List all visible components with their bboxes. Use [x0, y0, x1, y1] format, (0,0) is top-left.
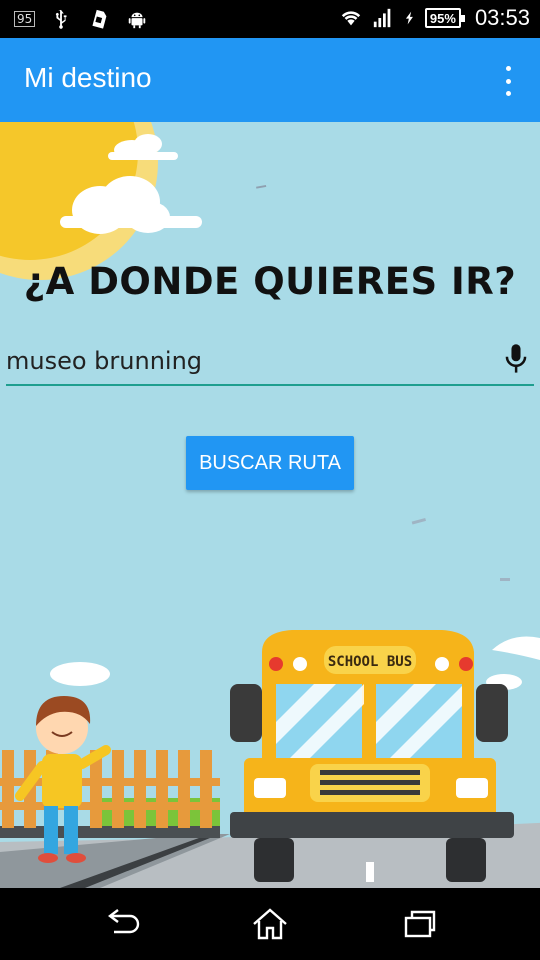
android-icon: [129, 12, 146, 29]
back-icon[interactable]: [100, 904, 144, 944]
battery-icon: 95%: [424, 8, 465, 28]
page-headline: ¿A DONDE QUIERES IR?: [23, 260, 517, 303]
main-content: SCHOOL BUS ¿A DONDE QUIERES IR? BUSCAR R…: [0, 122, 540, 888]
signal-icon: [373, 8, 391, 28]
destination-field[interactable]: [6, 338, 534, 386]
notification-badge: 95: [14, 11, 36, 27]
status-bar: 95 95% 03:53: [0, 0, 540, 38]
usb-icon: [56, 9, 67, 29]
wifi-icon: [341, 11, 361, 26]
app-bar: Mi destino: [0, 38, 540, 122]
search-route-button[interactable]: BUSCAR RUTA: [186, 436, 354, 490]
overflow-menu-icon[interactable]: [498, 66, 518, 96]
bus-label: SCHOOL BUS: [328, 654, 412, 670]
sim-icon: [92, 9, 107, 29]
home-icon[interactable]: [248, 904, 292, 944]
microphone-icon[interactable]: [502, 342, 530, 376]
charging-icon: [405, 11, 413, 25]
destination-input[interactable]: [6, 342, 486, 380]
recent-apps-icon[interactable]: [398, 904, 442, 944]
navigation-bar: [0, 888, 540, 960]
background-illustration: SCHOOL BUS: [0, 122, 540, 888]
app-title: Mi destino: [24, 62, 152, 93]
clock: 03:53: [474, 5, 530, 30]
